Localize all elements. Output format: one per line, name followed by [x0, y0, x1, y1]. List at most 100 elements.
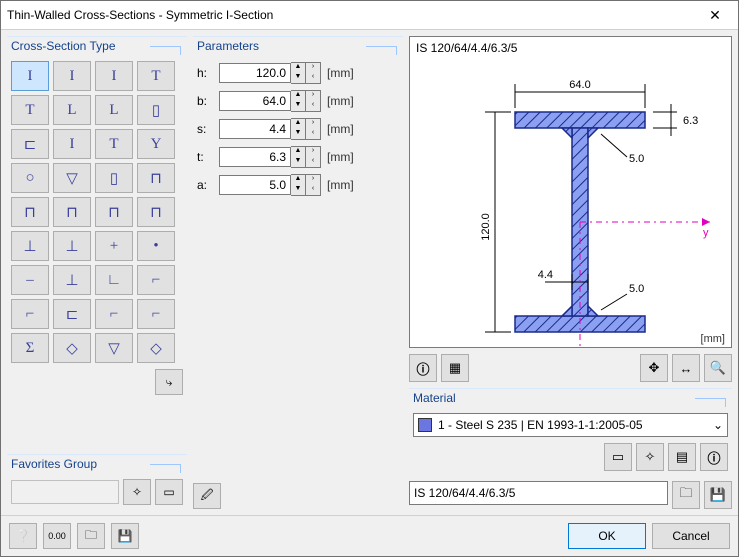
param-label: s: [197, 122, 213, 136]
titlebar: Thin-Walled Cross-Sections - Symmetric I… [1, 1, 738, 30]
param-unit: [mm] [327, 122, 354, 136]
material-new-button[interactable]: ✧ [636, 443, 664, 471]
right-column: IS 120/64/4.4/6.3/5 [409, 36, 732, 509]
type-option-14[interactable]: ▯ [95, 163, 133, 193]
description-save-button[interactable]: 💾 [704, 481, 732, 509]
type-more-button[interactable]: ⤷ [155, 369, 183, 395]
type-option-32[interactable]: Σ [11, 333, 49, 363]
param-pick-button[interactable]: 🖉 [193, 483, 221, 509]
material-select[interactable]: 1 - Steel S 235 | EN 1993-1-1:2005-05 ⌄ [413, 413, 728, 437]
favorites-combo[interactable] [11, 480, 119, 504]
type-option-22[interactable]: + [95, 231, 133, 261]
group-body: IIITTLL▯⊏ITY○▽▯⊓⊓⊓⊓⊓⊥⊥+•–⊥∟⌐⌐⊏⌐⌐Σ◇▽◇ ⤷ [7, 57, 187, 399]
param-input[interactable] [219, 91, 291, 111]
info-button[interactable]: ⓘ [409, 354, 437, 382]
type-option-26[interactable]: ∟ [95, 265, 133, 295]
param-spinner[interactable]: ▲▼›‹ [219, 62, 321, 84]
param-input[interactable] [219, 119, 291, 139]
type-option-17[interactable]: ⊓ [53, 197, 91, 227]
description-pick-button[interactable]: 🗀 [672, 481, 700, 509]
pick-buttons[interactable]: ›‹ [306, 118, 321, 140]
type-option-3[interactable]: T [137, 61, 175, 91]
spin-buttons[interactable]: ▲▼ [291, 146, 306, 168]
type-option-10[interactable]: T [95, 129, 133, 159]
type-option-12[interactable]: ○ [11, 163, 49, 193]
param-row-h: h:▲▼›‹[mm] [197, 61, 399, 85]
type-option-28[interactable]: ⌐ [11, 299, 49, 329]
ok-button[interactable]: OK [568, 523, 646, 549]
spin-buttons[interactable]: ▲▼ [291, 118, 306, 140]
type-option-15[interactable]: ⊓ [137, 163, 175, 193]
group-body: h:▲▼›‹[mm]b:▲▼›‹[mm]s:▲▼›‹[mm]t:▲▼›‹[mm]… [193, 57, 403, 205]
material-edit-button[interactable]: ▤ [668, 443, 696, 471]
description-input[interactable]: IS 120/64/4.4/6.3/5 [409, 481, 668, 505]
export-button[interactable]: 💾 [111, 523, 139, 549]
spin-buttons[interactable]: ▲▼ [291, 174, 306, 196]
type-option-7[interactable]: ▯ [137, 95, 175, 125]
pick-buttons[interactable]: ›‹ [306, 146, 321, 168]
stress-points-button[interactable]: ▦ [441, 354, 469, 382]
param-input[interactable] [219, 63, 291, 83]
param-row-s: s: ▲▼›‹ [mm] [197, 117, 399, 141]
pick-buttons[interactable]: ›‹ [306, 174, 321, 196]
type-option-19[interactable]: ⊓ [137, 197, 175, 227]
pick-buttons[interactable]: ›‹ [306, 90, 321, 112]
type-option-25[interactable]: ⊥ [53, 265, 91, 295]
type-option-35[interactable]: ◇ [137, 333, 175, 363]
type-option-6[interactable]: L [95, 95, 133, 125]
type-option-20[interactable]: ⊥ [11, 231, 49, 261]
param-spinner[interactable]: ▲▼›‹ [219, 90, 321, 112]
type-option-21[interactable]: ⊥ [53, 231, 91, 261]
spin-buttons[interactable]: ▲▼ [291, 90, 306, 112]
material-text: 1 - Steel S 235 | EN 1993-1-1:2005-05 [438, 418, 707, 432]
type-option-29[interactable]: ⊏ [53, 299, 91, 329]
group-body: ✧ ▭ [7, 475, 187, 509]
type-option-33[interactable]: ◇ [53, 333, 91, 363]
type-option-27[interactable]: ⌐ [137, 265, 175, 295]
param-input[interactable] [219, 175, 291, 195]
type-option-2[interactable]: I [95, 61, 133, 91]
type-option-1[interactable]: I [53, 61, 91, 91]
param-unit: [mm] [327, 178, 354, 192]
import-button[interactable]: 🗀 [77, 523, 105, 549]
type-option-9[interactable]: I [53, 129, 91, 159]
values-toggle-button[interactable]: 🔍 [704, 354, 732, 382]
type-option-5[interactable]: L [53, 95, 91, 125]
type-option-23[interactable]: • [137, 231, 175, 261]
type-option-30[interactable]: ⌐ [95, 299, 133, 329]
favorites-add-button[interactable]: ✧ [123, 479, 151, 505]
param-spinner[interactable]: ▲▼›‹ [219, 174, 321, 196]
param-spinner[interactable]: ▲▼›‹ [219, 146, 321, 168]
type-option-13[interactable]: ▽ [53, 163, 91, 193]
cancel-button[interactable]: Cancel [652, 523, 730, 549]
group-title: Parameters [193, 37, 403, 57]
spin-buttons[interactable]: ▲▼ [291, 62, 306, 84]
help-button[interactable]: ❔ [9, 523, 37, 549]
type-option-24[interactable]: – [11, 265, 49, 295]
close-button[interactable]: ✕ [698, 5, 732, 25]
type-option-31[interactable]: ⌐ [137, 299, 175, 329]
material-info-button[interactable]: ⓘ [700, 443, 728, 471]
param-row-b: b:▲▼›‹[mm] [197, 89, 399, 113]
type-option-4[interactable]: T [11, 95, 49, 125]
material-library-button[interactable]: ▭ [604, 443, 632, 471]
type-option-18[interactable]: ⊓ [95, 197, 133, 227]
type-option-8[interactable]: ⊏ [11, 129, 49, 159]
type-option-0[interactable]: I [11, 61, 49, 91]
param-label: t: [197, 150, 213, 164]
param-input[interactable] [219, 147, 291, 167]
units-button[interactable]: 0.00 [43, 523, 71, 549]
group-title: Favorites Group [7, 455, 187, 475]
window-title: Thin-Walled Cross-Sections - Symmetric I… [7, 8, 698, 22]
preview-panel: IS 120/64/4.4/6.3/5 [409, 36, 732, 348]
favorites-open-button[interactable]: ▭ [155, 479, 183, 505]
type-option-34[interactable]: ▽ [95, 333, 133, 363]
type-option-11[interactable]: Y [137, 129, 175, 159]
dimensions-toggle-button[interactable]: ↔ [672, 354, 700, 382]
pick-buttons[interactable]: ›‹ [306, 62, 321, 84]
axes-toggle-button[interactable]: ✥ [640, 354, 668, 382]
param-row-a: a:▲▼›‹[mm] [197, 173, 399, 197]
preview-title: IS 120/64/4.4/6.3/5 [410, 37, 731, 59]
type-option-16[interactable]: ⊓ [11, 197, 49, 227]
param-spinner[interactable]: ▲▼›‹ [219, 118, 321, 140]
